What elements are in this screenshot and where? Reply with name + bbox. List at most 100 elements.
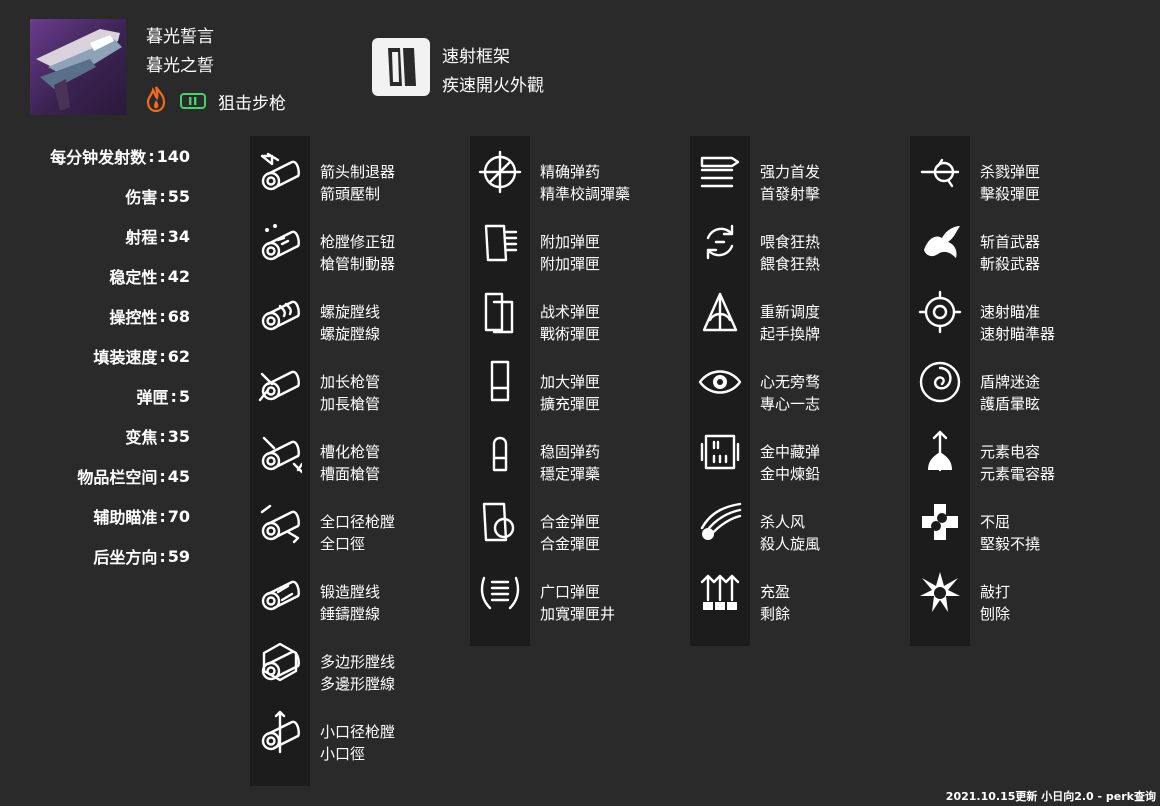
polygonal-rifling-icon (258, 640, 302, 684)
extended-mag-icon (478, 360, 522, 404)
perk-item[interactable]: 心无旁骛 專心一志 (690, 346, 910, 416)
perk-name-cn: 杀戮弹匣 (980, 163, 1041, 181)
special-ammo-icon (180, 93, 206, 109)
elemental-capacitor-icon (918, 430, 962, 474)
perk-labels: 锻造膛线 錘鑄膛線 (320, 581, 380, 625)
perk-name-cn: 斩首武器 (980, 233, 1041, 251)
perk-item[interactable]: 精确弹药 精準校調彈藥 (470, 136, 690, 206)
perk-name-tw: 槽面槍管 (320, 465, 381, 483)
perk-labels: 敲打 刨除 (980, 581, 1010, 625)
firmly-planted-icon (698, 150, 742, 194)
perk-labels: 盾牌迷途 護盾暈眩 (980, 371, 1040, 415)
perk-item[interactable]: 全口径枪膛 全口徑 (250, 486, 470, 556)
perk-name-cn: 盾牌迷途 (980, 373, 1041, 391)
perk-name-tw: 起手換牌 (760, 325, 821, 343)
perk-name-tw: 金中煉鉛 (760, 465, 821, 483)
perk-item[interactable]: 附加弹匣 附加彈匣 (470, 206, 690, 276)
perk-item[interactable]: 加长枪管 加長槍管 (250, 346, 470, 416)
perk-item[interactable]: 加大弹匣 擴充彈匣 (470, 346, 690, 416)
perk-item[interactable]: 杀戮弹匣 擊殺彈匣 (910, 136, 1130, 206)
perk-name-tw: 刨除 (980, 605, 1011, 623)
perk-item[interactable]: 充盈 剩餘 (690, 556, 910, 626)
kill-clip-icon (918, 150, 962, 194)
eye-icon (698, 360, 742, 404)
perk-name-cn: 敲打 (980, 583, 1011, 601)
perk-name-cn: 稳固弹药 (540, 443, 601, 461)
stat-magazine: 弹匣:5 (136, 386, 190, 408)
perk-item[interactable]: 速射瞄准 速射瞄準器 (910, 276, 1130, 346)
weapon-image (30, 19, 126, 115)
perk-item[interactable]: 合金弹匣 合金彈匣 (470, 486, 690, 556)
perk-labels: 精确弹药 精準校調彈藥 (540, 161, 630, 205)
perk-labels: 螺旋膛线 螺旋膛線 (320, 301, 380, 345)
perk-name-tw: 斬殺武器 (980, 255, 1041, 273)
spiral-rifling-icon (258, 290, 302, 334)
perk-labels: 加长枪管 加長槍管 (320, 371, 380, 415)
perk-name-tw: 元素電容器 (980, 465, 1056, 483)
ammo-box-icon (698, 430, 742, 474)
perk-name-tw: 小口徑 (320, 745, 366, 763)
perk-item[interactable]: 喂食狂热 餵食狂熱 (690, 206, 910, 276)
perk-item[interactable]: 锻造膛线 錘鑄膛線 (250, 556, 470, 626)
solar-flame-icon (146, 86, 166, 116)
perk-name-cn: 不屈 (980, 513, 1011, 531)
perk-item[interactable]: 箭头制退器 箭頭壓制 (250, 136, 470, 206)
dragon-icon (918, 220, 962, 264)
perk-item[interactable]: 杀人风 殺人旋風 (690, 486, 910, 556)
perk-name-tw: 擊殺彈匣 (980, 185, 1041, 203)
frame-name-tw: 疾速開火外觀 (442, 76, 544, 96)
stats-list: 每分钟发射数:140 伤害:55 射程:34 稳定性:42 操控性:68 填装速… (0, 136, 190, 576)
perk-name-cn: 多边形膛线 (320, 653, 396, 671)
perk-item[interactable]: 广口弹匣 加寬彈匣井 (470, 556, 690, 626)
perk-item[interactable]: 元素电容 元素電容器 (910, 416, 1130, 486)
perk-name-cn: 全口径枪膛 (320, 513, 396, 531)
winged-skull-icon (698, 500, 742, 544)
perk-item[interactable]: 敲打 刨除 (910, 556, 1130, 626)
perk-item[interactable]: 槽化枪管 槽面槍管 (250, 416, 470, 486)
perk-labels: 战术弹匣 戰術彈匣 (540, 301, 600, 345)
perk-name-tw: 剩餘 (760, 605, 791, 623)
perk-item[interactable]: 稳固弹药 穩定彈藥 (470, 416, 690, 486)
skull-star-icon (918, 570, 962, 614)
flared-magwell-icon (478, 570, 522, 614)
perk-name-cn: 重新调度 (760, 303, 821, 321)
perk-labels: 杀人风 殺人旋風 (760, 511, 820, 555)
stat-recoil: 后坐方向:59 (93, 546, 190, 568)
perk-name-tw: 速射瞄準器 (980, 325, 1056, 343)
perk-item[interactable]: 多边形膛线多邊形膛線 (250, 626, 470, 696)
perk-labels: 附加弹匣 附加彈匣 (540, 231, 600, 275)
perk-labels: 杀戮弹匣 擊殺彈匣 (980, 161, 1040, 205)
perk-name-tw: 餵食狂熱 (760, 255, 821, 273)
perk-labels: 心无旁骛 專心一志 (760, 371, 820, 415)
stat-aim-assist: 辅助瞄准:70 (93, 506, 190, 528)
stat-range: 射程:34 (125, 226, 190, 248)
perk-item[interactable]: 斩首武器 斬殺武器 (910, 206, 1130, 276)
corkscrew-rifling-icon (258, 220, 302, 264)
perk-item[interactable]: 枪膛修正钮 槍管制動器 (250, 206, 470, 276)
perk-name-tw: 錘鑄膛線 (320, 605, 381, 623)
perk-name-tw: 全口徑 (320, 535, 366, 553)
snapshot-sights-icon (918, 290, 962, 334)
perk-name-tw: 專心一志 (760, 395, 821, 413)
perk-item[interactable]: 战术弹匣 戰術彈匣 (470, 276, 690, 346)
perk-name-tw: 多邊形膛線 (320, 675, 396, 693)
perk-item[interactable]: 金中藏弹 金中煉鉛 (690, 416, 910, 486)
perk-item[interactable]: 小口径枪膛 小口徑 (250, 696, 470, 766)
perk-labels: 枪膛修正钮 槍管制動器 (320, 231, 395, 275)
perk-item[interactable]: 不屈 堅毅不撓 (910, 486, 1130, 556)
perk-name-tw: 首發射擊 (760, 185, 821, 203)
perk-name-cn: 箭头制退器 (320, 163, 396, 181)
appended-mag-icon (478, 220, 522, 264)
perk-item[interactable]: 重新调度 起手換牌 (690, 276, 910, 346)
perk-labels: 全口径枪膛 全口徑 (320, 511, 395, 555)
perk-item[interactable]: 强力首发 首發射擊 (690, 136, 910, 206)
perk-name-cn: 小口径枪膛 (320, 723, 396, 741)
perk-labels: 斩首武器 斬殺武器 (980, 231, 1040, 275)
perk-labels: 合金弹匣 合金彈匣 (540, 511, 600, 555)
stat-zoom: 变焦:35 (125, 426, 190, 448)
perk-name-tw: 護盾暈眩 (980, 395, 1041, 413)
fluted-barrel-icon (258, 430, 302, 474)
perk-item[interactable]: 螺旋膛线 螺旋膛線 (250, 276, 470, 346)
perk-item[interactable]: 盾牌迷途 護盾暈眩 (910, 346, 1130, 416)
footer-credit: 2021.10.15更新 小日向2.0 - perk查询 (945, 790, 1156, 803)
